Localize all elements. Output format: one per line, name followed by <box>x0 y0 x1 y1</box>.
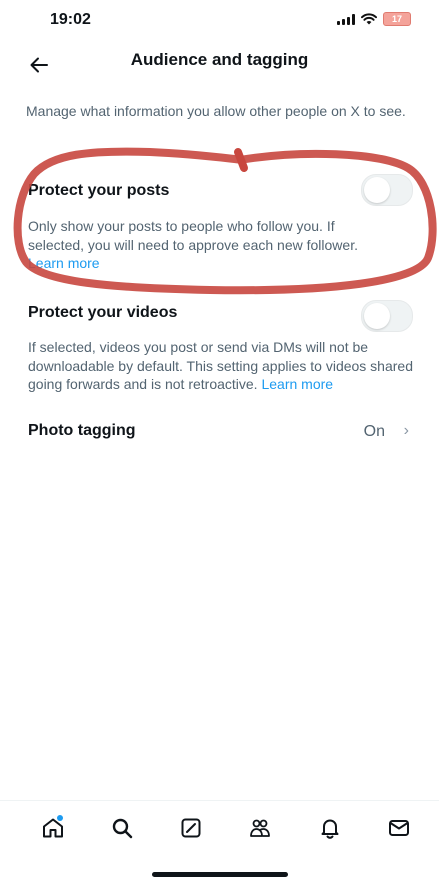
photo-tagging-value: On <box>363 423 385 440</box>
intro-text: Manage what information you allow other … <box>26 103 406 119</box>
home-indicator <box>152 872 288 877</box>
grok-icon <box>181 818 201 838</box>
protect-posts-toggle[interactable] <box>361 174 413 206</box>
battery-icon: 17 <box>383 12 411 26</box>
screen: 19:02 17 Audience and tagging Manage wha… <box>0 0 439 881</box>
notifications-icon <box>321 819 339 839</box>
protect-posts-title: Protect your posts <box>28 182 170 199</box>
protect-videos-description: If selected, videos you post or send via… <box>28 338 413 394</box>
header: Audience and tagging <box>0 44 439 84</box>
nav-communities[interactable] <box>245 813 275 843</box>
nav-grok[interactable] <box>176 813 206 843</box>
chevron-right-icon: › <box>403 422 409 439</box>
nav-home[interactable] <box>38 813 68 843</box>
page-title: Audience and tagging <box>130 50 309 69</box>
protect-videos-title: Protect your videos <box>28 304 178 321</box>
messages-icon <box>389 820 409 836</box>
protect-videos-learn-more-link[interactable]: Learn more <box>261 376 333 392</box>
bottom-nav <box>0 800 439 857</box>
protect-posts-setting: Protect your posts Only show your posts … <box>28 174 413 280</box>
communities-icon <box>250 819 270 837</box>
protect-posts-description: Only show your posts to people who follo… <box>28 217 393 273</box>
protect-posts-description-text: Only show your posts to people who follo… <box>28 218 358 253</box>
status-icons: 17 <box>337 12 411 26</box>
wifi-icon <box>361 13 377 25</box>
status-bar: 19:02 17 <box>0 0 439 36</box>
photo-tagging-row[interactable]: Photo tagging On › <box>28 420 413 444</box>
search-icon <box>112 818 133 839</box>
protect-videos-description-text: If selected, videos you post or send via… <box>28 339 413 392</box>
nav-notifications[interactable] <box>315 813 345 843</box>
protect-posts-learn-more-link[interactable]: Learn more <box>28 255 100 271</box>
signal-icon <box>337 13 355 25</box>
protect-videos-setting: Protect your videos If selected, videos … <box>28 300 413 400</box>
photo-tagging-title: Photo tagging <box>28 422 136 439</box>
protect-videos-toggle[interactable] <box>361 300 413 332</box>
notification-dot <box>57 815 63 821</box>
nav-search[interactable] <box>107 813 137 843</box>
content: Manage what information you allow other … <box>0 102 439 120</box>
nav-messages[interactable] <box>384 813 414 843</box>
status-time: 19:02 <box>50 11 91 28</box>
